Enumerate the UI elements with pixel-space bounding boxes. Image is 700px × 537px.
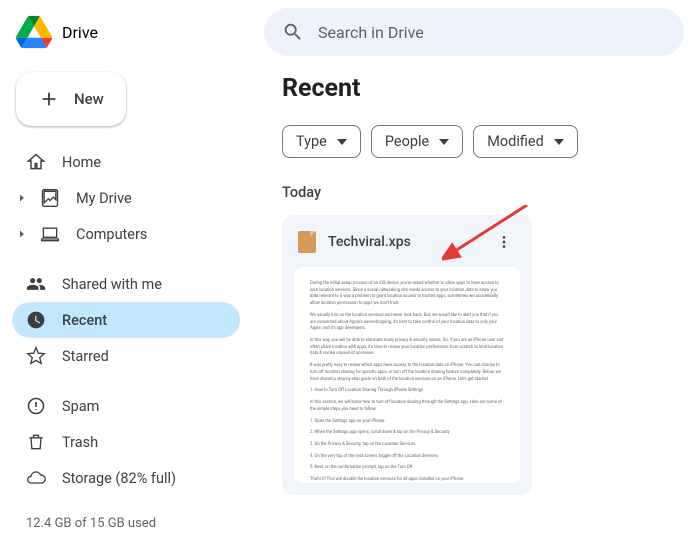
chevron-right-icon — [16, 228, 28, 240]
cloud-icon — [26, 468, 46, 488]
trash-icon — [26, 432, 46, 452]
chevron-right-icon — [16, 192, 28, 204]
app-name: Drive — [62, 23, 98, 42]
file-card[interactable]: Techviral.xps During the initial setup p… — [282, 215, 532, 495]
new-button[interactable]: New — [16, 72, 126, 126]
sidebar-item-label: Starred — [62, 348, 109, 365]
sidebar-item-label: Computers — [76, 226, 147, 243]
computers-icon — [40, 224, 60, 244]
recent-icon — [26, 310, 46, 330]
sidebar-item-storage[interactable]: Storage (82% full) — [12, 460, 240, 496]
filter-chip-modified[interactable]: Modified — [473, 125, 578, 158]
sidebar-item-label: Spam — [62, 398, 99, 415]
search-input[interactable] — [318, 23, 666, 42]
sidebar-item-label: Recent — [62, 312, 107, 329]
chip-label: Type — [296, 133, 327, 150]
sidebar-item-label: Trash — [62, 434, 98, 451]
main-content: Recent Type People Modified Today Techvi… — [252, 64, 700, 537]
sidebar-item-recent[interactable]: Recent — [12, 302, 240, 338]
file-more-button[interactable] — [492, 230, 516, 254]
spam-icon — [26, 396, 46, 416]
chevron-down-icon — [554, 137, 564, 147]
star-icon — [26, 346, 46, 366]
sidebar-item-starred[interactable]: Starred — [12, 338, 240, 374]
file-name: Techviral.xps — [328, 234, 480, 250]
sidebar-item-my-drive[interactable]: My Drive — [12, 180, 240, 216]
home-icon — [26, 152, 46, 172]
sidebar-item-home[interactable]: Home — [12, 144, 240, 180]
shared-icon — [26, 274, 46, 294]
filter-chip-type[interactable]: Type — [282, 125, 361, 158]
logo-area[interactable]: Drive — [16, 14, 246, 50]
file-type-icon — [298, 231, 316, 253]
sidebar-item-spam[interactable]: Spam — [12, 388, 240, 424]
chevron-down-icon — [439, 137, 449, 147]
chevron-down-icon — [337, 137, 347, 147]
sidebar-item-label: Shared with me — [62, 276, 162, 293]
search-icon — [282, 21, 304, 43]
more-vert-icon — [496, 234, 512, 250]
new-button-label: New — [74, 90, 104, 108]
sidebar: New Home My Drive Computers Shared with … — [0, 64, 252, 537]
sidebar-item-label: My Drive — [76, 190, 132, 207]
sidebar-item-trash[interactable]: Trash — [12, 424, 240, 460]
my-drive-icon — [40, 188, 60, 208]
sidebar-item-shared[interactable]: Shared with me — [12, 266, 240, 302]
file-preview: During the initial setup process of an i… — [294, 267, 520, 483]
chip-label: Modified — [487, 133, 544, 150]
drive-logo-icon — [16, 14, 52, 50]
sidebar-item-label: Home — [62, 154, 101, 171]
page-title: Recent — [282, 74, 670, 103]
search-bar[interactable] — [264, 8, 684, 56]
plus-icon — [38, 88, 60, 110]
storage-text: 12.4 GB of 15 GB used — [26, 516, 226, 531]
chip-label: People — [385, 133, 429, 150]
filter-chip-people[interactable]: People — [371, 125, 463, 158]
sidebar-item-label: Storage (82% full) — [62, 470, 176, 487]
sidebar-item-computers[interactable]: Computers — [12, 216, 240, 252]
section-label: Today — [282, 184, 670, 201]
